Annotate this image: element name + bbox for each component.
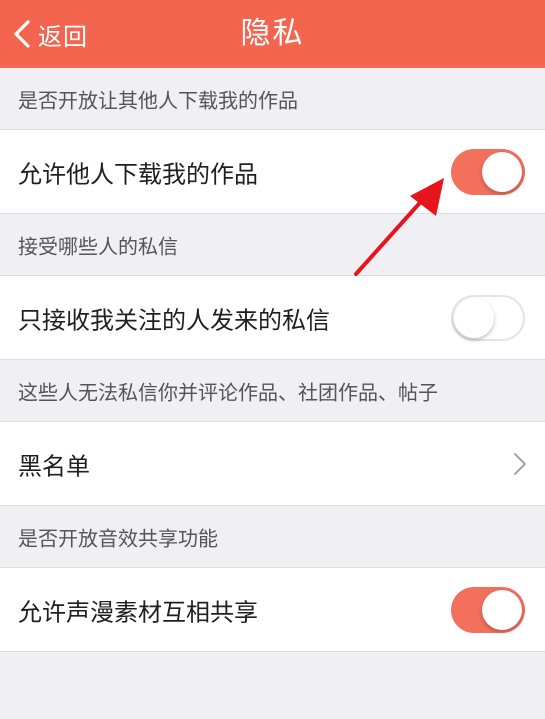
- section-header-label: 这些人无法私信你并评论作品、社团作品、帖子: [18, 380, 438, 404]
- toggle-knob: [482, 589, 522, 630]
- setting-label: 允许声漫素材互相共享: [18, 598, 258, 626]
- page-title: 隐私: [240, 16, 305, 51]
- allow-download-toggle[interactable]: [451, 148, 525, 195]
- sound-share-toggle[interactable]: [451, 586, 525, 633]
- section-header-label: 是否开放让其他人下载我的作品: [18, 88, 298, 112]
- setting-label: 只接收我关注的人发来的私信: [18, 306, 330, 334]
- chevron-right-icon: [514, 452, 526, 475]
- setting-label: 黑名单: [18, 452, 90, 480]
- followed-only-messages-toggle[interactable]: [451, 294, 525, 341]
- section-header-messages: 接受哪些人的私信: [0, 214, 545, 276]
- section-header-label: 是否开放音效共享功能: [18, 526, 218, 550]
- section-header-blacklist: 这些人无法私信你并评论作品、社团作品、帖子: [0, 360, 545, 422]
- setting-row-sound-share: 允许声漫素材互相共享: [0, 568, 545, 652]
- section-header-sound-share: 是否开放音效共享功能: [0, 506, 545, 568]
- setting-row-followed-only-messages: 只接收我关注的人发来的私信: [0, 276, 545, 360]
- toggle-knob: [482, 151, 522, 192]
- setting-label: 允许他人下载我的作品: [18, 160, 258, 188]
- toggle-knob: [454, 297, 494, 338]
- setting-row-allow-download: 允许他人下载我的作品: [0, 130, 545, 214]
- section-header-label: 接受哪些人的私信: [18, 234, 178, 258]
- section-header-download: 是否开放让其他人下载我的作品: [0, 68, 545, 130]
- navigation-bar: 返回 隐私: [0, 0, 545, 68]
- blacklist-row[interactable]: 黑名单: [0, 422, 545, 506]
